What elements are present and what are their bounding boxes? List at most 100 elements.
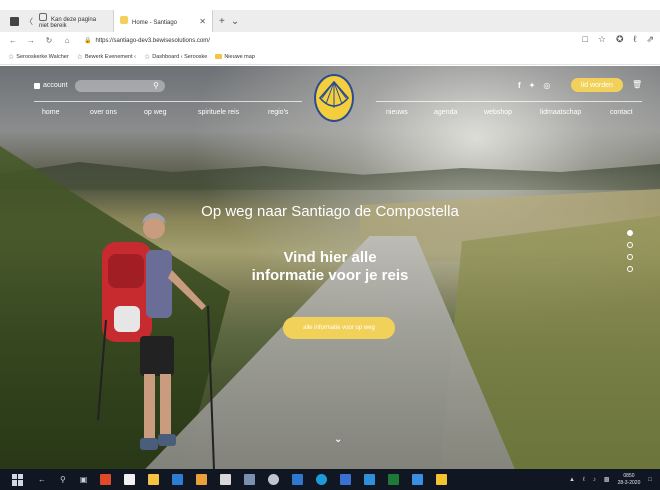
nav-item-op-weg[interactable]: op weg [144, 109, 167, 116]
excel-app-icon[interactable] [388, 474, 400, 485]
skype-app-icon[interactable] [316, 474, 328, 485]
pen-tray-icon[interactable]: ℓ [583, 477, 585, 483]
file-explorer-icon[interactable] [148, 474, 160, 485]
search-input[interactable]: ⚲ [75, 80, 165, 92]
folder-icon [215, 54, 223, 59]
chevron-down-icon[interactable]: ⌄ [231, 16, 239, 27]
nav-item-home[interactable]: home [42, 109, 60, 116]
forward-icon[interactable]: → [26, 36, 36, 45]
nav-divider-right [376, 101, 642, 102]
network-icon[interactable]: ▲ [569, 477, 575, 483]
home-icon[interactable]: ⌂ [62, 36, 72, 45]
outlook-app-icon[interactable] [364, 474, 376, 485]
slider-dots [627, 230, 633, 272]
edge-browser-icon[interactable] [292, 474, 304, 485]
task-view-icon[interactable]: ▣ [80, 475, 88, 484]
nav-divider-left [34, 101, 302, 102]
slider-dot-1[interactable] [627, 230, 633, 236]
lid-worden-button[interactable]: lid worden [571, 78, 623, 92]
reading-view-icon[interactable]: □ [582, 34, 587, 45]
twitter-icon[interactable]: ✦ [529, 81, 536, 90]
nav-item-agenda[interactable]: agenda [434, 109, 457, 116]
volume-icon[interactable]: ♪ [593, 477, 596, 483]
hero-section: account ⚲ f ✦ ◎ lid worden 🗑 home over o… [0, 66, 660, 469]
office-app-icon[interactable] [100, 474, 112, 485]
windows-taskbar: ← ⚲ ▣ ▲ ℓ ♪ ▩ 0850 28-3-2020 □ [0, 469, 660, 490]
notifications-icon[interactable]: □ [648, 477, 652, 483]
star-icon: ☆ [144, 53, 151, 61]
keyboard-icon[interactable]: ▩ [604, 476, 610, 483]
social-links: f ✦ ◎ [518, 81, 550, 90]
hero-background-mountains [0, 162, 660, 190]
system-tray: ▲ ℓ ♪ ▩ 0850 28-3-2020 □ [569, 469, 652, 490]
search-icon[interactable]: ⚲ [153, 80, 159, 92]
back-icon[interactable]: ← [8, 36, 18, 45]
clock-date: 28-3-2020 [617, 479, 641, 486]
favorite-link[interactable]: ☆ Bewerk Evenement ‹ [77, 53, 136, 61]
nav-item-webshop[interactable]: webshop [484, 109, 512, 116]
windows-start-icon[interactable] [12, 473, 24, 486]
instagram-icon[interactable]: ◎ [543, 81, 550, 90]
all-info-button[interactable]: alle informatie voor op weg [283, 317, 395, 339]
favorite-star-icon[interactable]: ☆ [598, 34, 606, 45]
search-icon[interactable]: ⚲ [60, 475, 66, 484]
cart-icon[interactable]: 🗑 [632, 80, 642, 89]
account-link[interactable]: account [34, 82, 68, 89]
nav-item-lidmaatschap[interactable]: lidmaatschap [540, 109, 581, 116]
address-bar: ← → ↻ ⌂ 🔒 https://santiago-dev3.bewiseso… [0, 32, 660, 49]
star-icon: ☆ [76, 53, 83, 61]
favorite-folder[interactable]: Nieuwe map [215, 54, 255, 60]
account-label: account [43, 82, 68, 89]
favorite-link[interactable]: ☆ Dashboard ‹ Serooske [144, 53, 207, 61]
site-logo[interactable] [314, 74, 354, 122]
slider-dot-4[interactable] [627, 266, 633, 272]
site-favicon [120, 16, 128, 24]
browser-tab-strip: 〈 Kan deze pagina niet bereik Home - San… [0, 10, 660, 32]
hero-subtitle-line-2: informatie voor je reis [251, 267, 409, 284]
url-text: https://santiago-dev3.bewisesolutions.co… [95, 37, 210, 44]
people-app-icon[interactable] [220, 474, 232, 485]
word-app-icon[interactable] [340, 474, 352, 485]
new-tab-button[interactable]: + [219, 16, 225, 27]
clock[interactable]: 0850 28-3-2020 [618, 473, 641, 487]
chrome-app-icon[interactable] [196, 474, 208, 485]
tab-title: Home - Santiago [132, 20, 178, 26]
hero-subtitle-line-1: Vind hier alle [283, 249, 377, 266]
hero-title: Op weg naar Santiago de Compostella [201, 203, 459, 220]
lock-icon: 🔒 [84, 38, 92, 44]
favorite-link[interactable]: ☆ Serooskerke Walcher [8, 53, 69, 61]
scallop-shell-icon [318, 80, 350, 108]
browser-menu-icon[interactable] [10, 16, 19, 26]
store-app-icon[interactable] [124, 474, 136, 485]
nav-item-regios[interactable]: regio's [268, 109, 288, 116]
tab-title: Kan deze pagina niet bereik [39, 17, 97, 29]
nav-item-spirituele-reis[interactable]: spirituele reis [198, 109, 239, 116]
notes-app-icon[interactable] [436, 474, 448, 485]
mail-app-icon[interactable] [172, 474, 184, 485]
nav-item-contact[interactable]: contact [610, 109, 633, 116]
nav-item-nieuws[interactable]: nieuws [386, 109, 408, 116]
favorites-list-icon[interactable]: ✪ [616, 34, 624, 45]
photos-app-icon[interactable] [412, 474, 424, 485]
page-icon [39, 13, 47, 21]
slider-dot-2[interactable] [627, 242, 633, 248]
nav-item-over-ons[interactable]: over ons [90, 109, 117, 116]
url-field[interactable]: 🔒 https://santiago-dev3.bewisesolutions.… [84, 37, 210, 45]
back-arrow-icon[interactable]: ← [38, 475, 46, 484]
facebook-icon[interactable]: f [518, 81, 521, 90]
scroll-down-chevron-icon[interactable]: ⌄ [334, 434, 342, 445]
onedrive-app-icon[interactable] [244, 474, 256, 485]
close-tab-icon[interactable]: ✕ [199, 17, 206, 26]
favorites-bar: ☆ Serooskerke Walcher ☆ Bewerk Evenement ‹… [0, 49, 660, 65]
user-icon [34, 82, 40, 89]
tab-home-santiago[interactable]: Home - Santiago ✕ [113, 10, 213, 32]
pen-icon[interactable]: ℓ [634, 34, 637, 45]
clock-time: 0850 [623, 472, 635, 479]
refresh-icon[interactable]: ↻ [44, 36, 54, 45]
settings-gear-icon[interactable] [268, 474, 280, 485]
slider-dot-3[interactable] [627, 254, 633, 260]
tab-actions-icon[interactable]: 〈 [25, 16, 33, 27]
tab-error-page[interactable]: Kan deze pagina niet bereik [33, 10, 113, 32]
star-icon: ☆ [8, 53, 15, 61]
share-icon[interactable]: ⇗ [646, 34, 654, 45]
